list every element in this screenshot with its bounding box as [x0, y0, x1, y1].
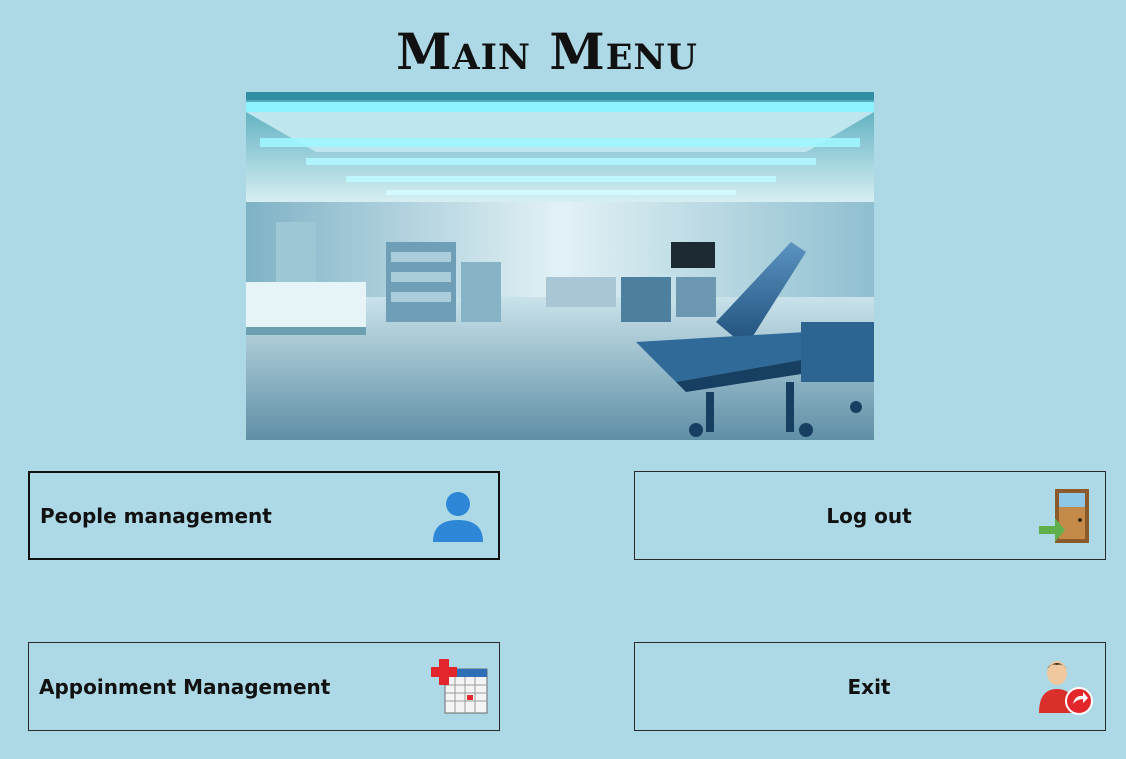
- appointment-management-label: Appoinment Management: [39, 674, 331, 699]
- people-management-button[interactable]: People management: [28, 471, 500, 560]
- door-exit-icon: [1035, 486, 1095, 546]
- people-management-label: People management: [40, 503, 272, 528]
- medical-calendar-icon: [429, 657, 489, 717]
- log-out-button[interactable]: Log out: [634, 471, 1106, 560]
- exit-label: Exit: [847, 674, 891, 699]
- exit-button[interactable]: Exit: [634, 642, 1106, 731]
- log-out-label: Log out: [826, 503, 912, 528]
- hospital-room-image: [246, 92, 874, 440]
- person-icon: [428, 486, 488, 546]
- user-exit-icon: [1035, 657, 1095, 717]
- appointment-management-button[interactable]: Appoinment Management: [28, 642, 500, 731]
- page-title: Main Menu: [396, 22, 698, 81]
